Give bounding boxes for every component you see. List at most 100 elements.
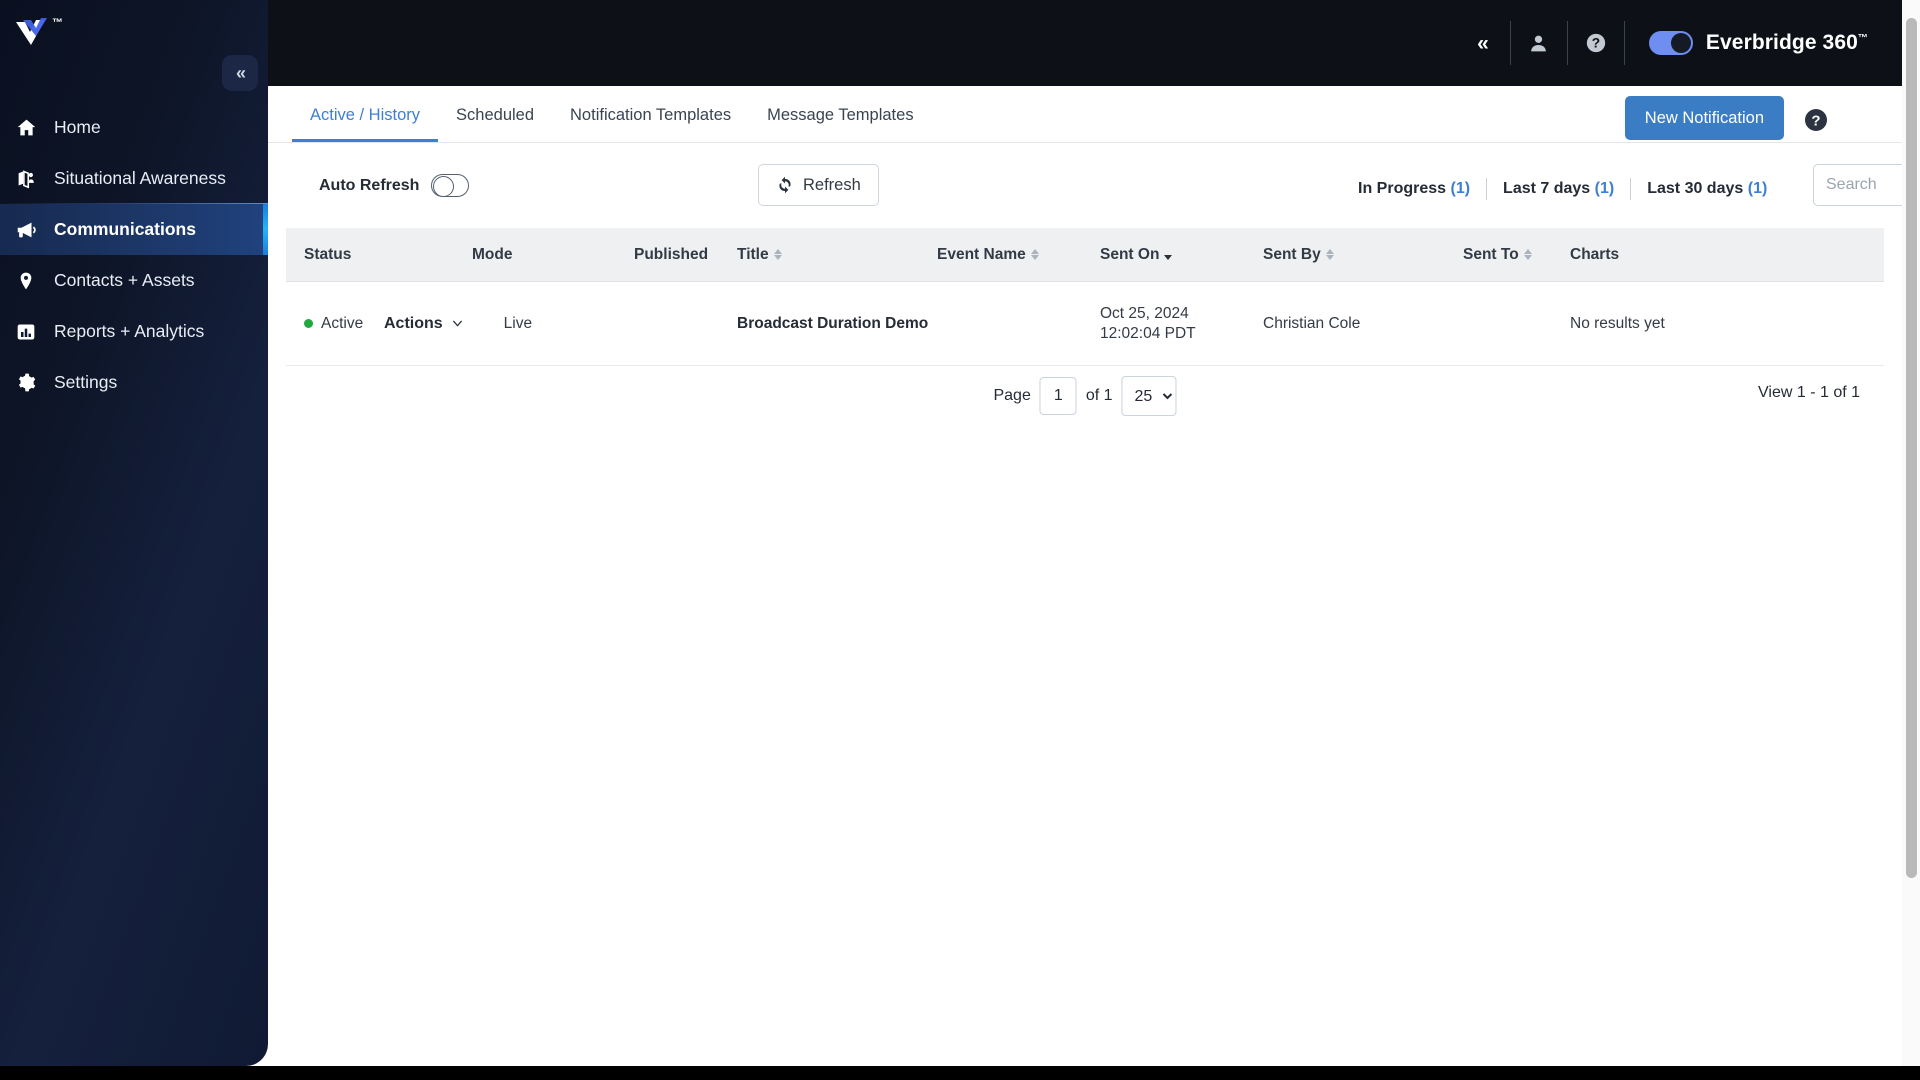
sidebar-item-label: Reports + Analytics <box>54 321 205 341</box>
column-header-status[interactable]: Status <box>286 246 472 264</box>
viewport-bottom-strip <box>0 1066 1920 1080</box>
auto-refresh-control: Auto Refresh <box>319 174 470 197</box>
sidebar-item-situational-awareness[interactable]: Situational Awareness <box>0 153 268 204</box>
toggle-switch-on[interactable] <box>1648 31 1693 55</box>
column-header-charts[interactable]: Charts <box>1570 246 1720 264</box>
svg-text:?: ? <box>1811 113 1820 130</box>
page-size-select[interactable]: 25 50 100 <box>1121 376 1177 416</box>
sidebar-item-home[interactable]: Home <box>0 102 268 153</box>
filter-in-progress[interactable]: In Progress (1) <box>1358 180 1486 198</box>
main-content: Active / History Scheduled Notification … <box>268 86 1920 1066</box>
cell-actions-mode: Actions Live <box>384 315 634 333</box>
tab-notification-templates[interactable]: Notification Templates <box>552 106 749 142</box>
sort-arrows-icon <box>1325 249 1334 260</box>
logo-tm: ™ <box>52 17 63 29</box>
sort-arrows-icon <box>1030 249 1039 260</box>
auto-refresh-label: Auto Refresh <box>319 176 420 194</box>
everbridge-logo[interactable]: ™ <box>14 13 63 53</box>
everbridge-bird-logo-icon <box>16 18 47 45</box>
column-header-event-name-label: Event Name <box>937 245 1026 263</box>
sidebar-collapse-button[interactable]: « <box>222 55 258 91</box>
sidebar-nav: Home Situational Awareness Communication… <box>0 102 268 408</box>
bar-chart-icon <box>14 322 38 342</box>
header-collapse-button[interactable]: « <box>1456 0 1508 86</box>
table-header-row: Status Mode Published Title Event Name S… <box>286 228 1884 282</box>
tab-message-templates[interactable]: Message Templates <box>749 106 931 142</box>
filter-last-30-days[interactable]: Last 30 days (1) <box>1631 180 1783 198</box>
table-row[interactable]: Active Actions Live Broadcast Duration D… <box>286 282 1884 366</box>
column-header-sent-on[interactable]: Sent On <box>1100 246 1263 264</box>
app-root: « ? Everbridge 360™ ™ « Home Situational… <box>0 0 1920 1080</box>
sort-arrows-icon <box>1523 249 1532 260</box>
sidebar-item-label: Situational Awareness <box>54 168 226 188</box>
pager-controls: Page of 1 25 50 100 <box>993 376 1177 416</box>
user-icon <box>1531 35 1547 51</box>
refresh-icon <box>779 176 791 194</box>
sort-arrows-icon <box>773 249 782 260</box>
column-header-sent-to[interactable]: Sent To <box>1463 246 1570 264</box>
column-header-title[interactable]: Title <box>737 246 937 264</box>
content-help-button[interactable]: ? <box>1804 108 1828 132</box>
gear-icon <box>14 372 38 393</box>
chevron-down-icon <box>452 320 462 327</box>
tab-scheduled[interactable]: Scheduled <box>438 106 552 142</box>
cell-sent-by: Christian Cole <box>1263 314 1361 332</box>
header-help-button[interactable]: ? <box>1570 0 1622 86</box>
column-header-title-label: Title <box>737 245 769 263</box>
top-header-bar: « ? Everbridge 360™ <box>0 0 1920 86</box>
sidebar-item-label: Settings <box>54 372 118 392</box>
sidebar-item-communications[interactable]: Communications <box>0 203 268 255</box>
header-divider-3 <box>1623 21 1625 65</box>
user-profile-button[interactable] <box>1513 0 1565 86</box>
row-actions-dropdown[interactable]: Actions <box>384 315 464 333</box>
chevron-double-left-icon: « <box>1477 31 1489 55</box>
megaphone-icon <box>14 219 38 241</box>
tab-bar: Active / History Scheduled Notification … <box>292 86 932 142</box>
column-header-sent-by-label: Sent By <box>1263 245 1321 263</box>
table-toolbar: Auto Refresh Refresh In Progress (1) Las… <box>268 142 1920 228</box>
sidebar-item-reports-analytics[interactable]: Reports + Analytics <box>0 306 268 357</box>
vertical-scrollbar[interactable] <box>1902 0 1920 1066</box>
column-header-sent-on-label: Sent On <box>1100 245 1160 263</box>
refresh-button[interactable]: Refresh <box>758 164 879 206</box>
cell-charts: No results yet <box>1570 314 1665 332</box>
page-label: Page <box>993 387 1031 404</box>
cell-title[interactable]: Broadcast Duration Demo <box>737 315 928 333</box>
help-circle-icon: ? <box>1805 109 1827 131</box>
everbridge-360-toggle[interactable]: Everbridge 360™ <box>1627 0 1868 86</box>
sidebar-item-label: Communications <box>54 219 196 239</box>
map-pin-person-icon <box>14 168 38 189</box>
refresh-label: Refresh <box>803 175 861 194</box>
notifications-table: Status Mode Published Title Event Name S… <box>286 228 1884 366</box>
sidebar-item-contacts-assets[interactable]: Contacts + Assets <box>0 255 268 306</box>
sidebar-item-label: Home <box>54 117 101 137</box>
page-total-label: of 1 <box>1085 387 1113 404</box>
sort-arrows-desc-icon <box>1164 249 1173 260</box>
location-pin-icon <box>14 271 38 291</box>
scrollbar-thumb[interactable] <box>1906 18 1917 878</box>
quick-filters: In Progress (1) Last 7 days (1) Last 30 … <box>1358 178 1783 200</box>
header-divider-2 <box>1566 21 1568 65</box>
sidebar-item-label: Contacts + Assets <box>54 270 195 290</box>
help-circle-icon: ? <box>1586 33 1606 53</box>
new-notification-button[interactable]: New Notification <box>1624 96 1784 140</box>
filter-last-7-days[interactable]: Last 7 days (1) <box>1487 180 1630 198</box>
cell-mode: Live <box>503 314 533 332</box>
svg-text:?: ? <box>1592 36 1600 51</box>
column-header-sent-by[interactable]: Sent By <box>1263 246 1463 264</box>
view-count-label: View 1 - 1 of 1 <box>1758 384 1860 401</box>
status-label: Active <box>321 314 364 332</box>
page-number-input[interactable] <box>1039 377 1077 415</box>
home-icon <box>14 117 38 138</box>
auto-refresh-toggle[interactable] <box>431 174 470 197</box>
header-divider-1 <box>1509 21 1511 65</box>
sidebar-item-settings[interactable]: Settings <box>0 357 268 408</box>
chevron-double-left-icon: « <box>235 63 246 83</box>
tab-active-history[interactable]: Active / History <box>292 106 439 142</box>
sidebar: ™ « Home Situational Awareness Communica… <box>0 0 268 1066</box>
column-header-sent-to-label: Sent To <box>1463 245 1519 263</box>
column-header-event-name[interactable]: Event Name <box>937 246 1100 264</box>
column-header-mode[interactable]: Mode <box>472 246 634 264</box>
everbridge-360-label: Everbridge 360™ <box>1705 31 1868 54</box>
column-header-published[interactable]: Published <box>634 246 737 264</box>
